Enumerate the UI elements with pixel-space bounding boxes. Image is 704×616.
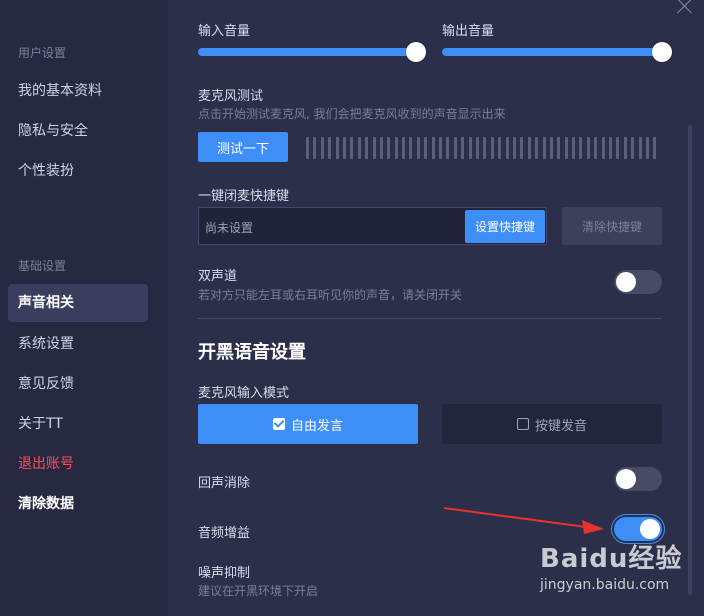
watermark-url: jingyan.baidu.com — [540, 577, 670, 593]
watermark-brand: Baidu经验 — [540, 544, 683, 574]
annotation-arrow-icon — [443, 507, 604, 534]
watermark: Baidu经验 jingyan.baidu.com — [540, 538, 682, 593]
